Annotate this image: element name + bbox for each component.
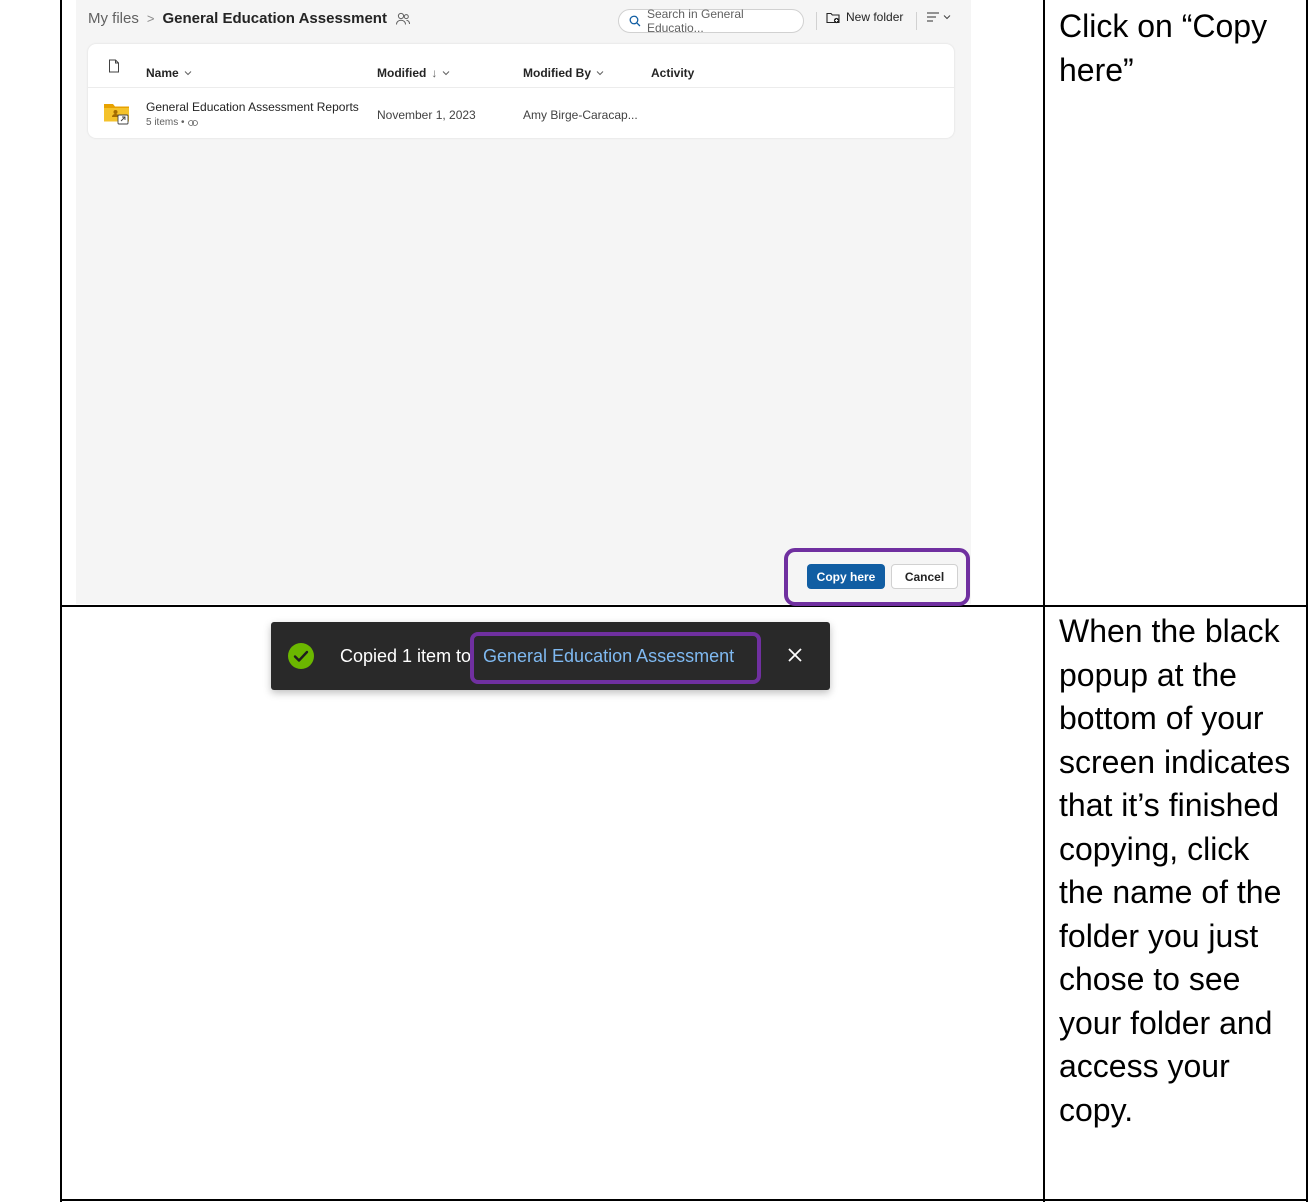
toolbar-divider — [816, 12, 817, 30]
link-icon — [187, 119, 198, 126]
instruction-step-open-folder: When the black popup at the bottom of yo… — [1059, 613, 1291, 1128]
file-type-icon — [109, 59, 119, 73]
breadcrumb: My files > General Education Assessment — [88, 10, 411, 27]
toast-message: Copied 1 item to — [340, 646, 472, 666]
file-list: Name Modified ↓ Modified By Activity Gen… — [88, 44, 954, 138]
folder-meta: 5 items • — [146, 117, 185, 128]
table-border-left — [60, 0, 62, 1202]
folder-name-link[interactable]: General Education Assessment Reports — [146, 100, 359, 114]
chevron-down-icon — [442, 71, 450, 76]
chevron-down-icon — [596, 71, 604, 76]
chevron-down-icon — [184, 71, 192, 76]
row-modified-date: November 1, 2023 — [377, 108, 476, 122]
column-header-modified[interactable]: Modified ↓ — [377, 66, 450, 80]
header-divider — [88, 87, 954, 88]
toolbar-divider — [916, 12, 917, 30]
table-row-divider — [60, 605, 1308, 607]
search-input[interactable]: Search in General Educatio... — [618, 7, 804, 35]
new-folder-button[interactable]: New folder — [826, 10, 903, 24]
breadcrumb-separator: > — [146, 11, 155, 26]
new-folder-label: New folder — [846, 10, 904, 24]
highlight-box-buttons — [784, 548, 970, 606]
column-header-modified-by[interactable]: Modified By — [523, 66, 604, 80]
view-options-button[interactable] — [926, 11, 951, 23]
table-border-bottom — [60, 1199, 1308, 1201]
row-modified-by: Amy Birge-Caracap... — [523, 108, 638, 122]
highlight-box-link — [470, 632, 761, 684]
column-header-modified-label: Modified — [377, 66, 427, 80]
column-header-modified-by-label: Modified By — [523, 66, 591, 80]
shared-folder-icon — [104, 104, 129, 125]
column-header-name-label: Name — [146, 66, 179, 80]
copy-dialog-screenshot: My files > General Education Assessment … — [76, 0, 971, 604]
breadcrumb-current-folder: General Education Assessment — [162, 10, 387, 27]
search-icon — [629, 15, 641, 27]
column-header-name[interactable]: Name — [146, 66, 192, 80]
table-border-mid — [1043, 0, 1045, 1202]
close-icon[interactable] — [784, 644, 806, 666]
view-list-icon — [927, 12, 939, 22]
sort-descending-icon: ↓ — [431, 66, 438, 80]
breadcrumb-my-files[interactable]: My files — [88, 10, 139, 27]
table-border-right — [1306, 0, 1308, 1202]
folder-item-count: 5 items • — [146, 117, 198, 128]
new-folder-icon — [826, 12, 840, 23]
column-header-activity-label: Activity — [651, 66, 695, 80]
success-check-icon — [288, 643, 314, 669]
shared-people-icon — [395, 12, 410, 25]
chevron-down-icon — [943, 15, 951, 20]
instruction-step-copy: Click on “Copy here” — [1059, 8, 1268, 88]
search-placeholder: Search in General Educatio... — [646, 7, 744, 35]
column-header-activity: Activity — [651, 66, 694, 80]
